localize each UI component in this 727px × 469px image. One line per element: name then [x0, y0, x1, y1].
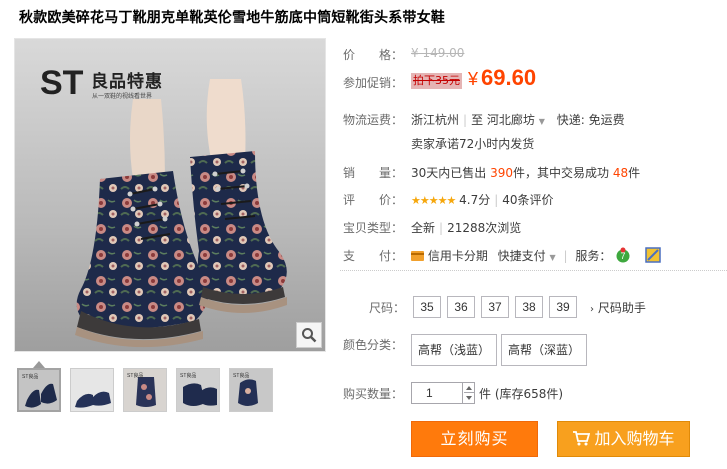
credit-card-icon	[411, 251, 424, 261]
sales-success-count: 48	[612, 166, 629, 180]
chevron-down-icon[interactable]: ▼	[539, 117, 545, 126]
rating-label: 评 价：	[343, 193, 404, 207]
sales-info: 30天内已售出 390件，其中交易成功 48件	[411, 164, 640, 181]
item-type-info: 全新 | 21288次浏览	[411, 221, 522, 235]
color-label: 颜色分类：	[343, 338, 404, 352]
stock-info: 件 (库存658件)	[479, 385, 563, 402]
magnifier-icon	[302, 328, 317, 343]
size-option-38[interactable]: 38	[515, 296, 543, 318]
promo-label: 参加促销：	[343, 76, 404, 90]
shipping-fee: 快递: 免运费	[556, 113, 625, 127]
buy-now-button[interactable]: 立刻购买	[411, 421, 538, 457]
size-option-36[interactable]: 36	[447, 296, 475, 318]
ship-from: 浙江杭州	[411, 113, 460, 127]
shipping-row: 物流运费：	[343, 111, 403, 128]
thumbnail-logo: ST良品	[127, 373, 144, 379]
credit-installment[interactable]: 信用卡分期	[428, 249, 488, 263]
color-option-light-blue[interactable]: 高帮（浅蓝）	[411, 334, 498, 366]
store-logo-st: ST	[40, 64, 84, 102]
reviews-link[interactable]: 40条评价	[502, 193, 553, 207]
rating-row: 评 价：	[343, 191, 403, 208]
sales-row: 销 量：	[343, 164, 403, 181]
original-price: ¥ 149.00	[411, 46, 465, 60]
caret-up-icon	[466, 385, 472, 390]
thumbnail-4[interactable]: ST良品	[176, 368, 220, 412]
color-option-dark-blue[interactable]: 高帮（深蓝）	[501, 334, 588, 366]
shipping-promise: 卖家承诺72小时内发货	[411, 137, 535, 151]
size-option-39[interactable]: 39	[549, 296, 577, 318]
quantity-label: 购买数量：	[343, 387, 404, 401]
service-guarantee-icon[interactable]	[645, 247, 661, 263]
payment-label: 支 付：	[343, 249, 404, 263]
active-thumb-indicator	[33, 361, 45, 368]
caret-down-icon	[466, 396, 472, 400]
add-to-cart-button[interactable]: 加入购物车	[557, 421, 690, 457]
size-option-35[interactable]: 35	[413, 296, 441, 318]
view-count: 21288次浏览	[447, 221, 522, 235]
price-label: 价 格：	[343, 48, 404, 62]
thumbnail-3[interactable]: ST良品	[123, 368, 167, 412]
thumbnail-2[interactable]	[70, 368, 114, 412]
divider	[340, 270, 727, 271]
payment-row: 支 付：	[343, 247, 403, 264]
thumbnail-logo: ST良品	[22, 374, 39, 380]
size-helper-label: 尺码助手	[597, 301, 646, 315]
size-label: 尺码：	[369, 301, 406, 315]
sales-mid: 件，其中交易成功	[513, 166, 610, 180]
quantity-decrease-button[interactable]	[464, 393, 474, 403]
shipping-label: 物流运费：	[343, 113, 404, 127]
quantity-input[interactable]	[412, 383, 463, 403]
sales-suffix: 件	[628, 166, 641, 180]
thumbnail-logo: ST良品	[233, 373, 250, 379]
product-title: 秋款欧美碎花马丁靴朋克单靴英伦雪地牛筋底中筒短靴街头系带女鞋	[19, 10, 445, 26]
payment-info: 信用卡分期 快捷支付 ▼ | 服务： 7	[411, 247, 661, 264]
thumbnail-logo: ST良品	[180, 373, 197, 379]
currency-symbol: ¥	[468, 69, 479, 89]
store-logo-slogan: 从一双鞋的视线看世界	[92, 93, 153, 100]
promo-row: 参加促销：	[343, 74, 403, 91]
star-rating-icon: ★★★★★	[411, 194, 456, 207]
rating-info: ★★★★★ 4.7分 | 40条评价	[411, 193, 554, 207]
ship-to-prefix: 至	[471, 113, 484, 127]
promo-price-value: 69.60	[481, 65, 537, 90]
quantity-unit: 件	[479, 387, 492, 401]
sales-prefix: 30天内已售出	[411, 166, 487, 180]
cart-icon	[573, 431, 591, 446]
thumbnail-5[interactable]: ST良品	[229, 368, 273, 412]
promo-price: ¥69.60	[468, 65, 536, 91]
item-type-row: 宝贝类型：	[343, 219, 403, 236]
zoom-button[interactable]	[296, 322, 322, 348]
quick-pay[interactable]: 快捷支付	[498, 249, 546, 263]
price-row: 价 格：	[343, 46, 403, 63]
stock-count: (库存658件)	[494, 387, 564, 401]
services-label: 服务：	[575, 249, 612, 263]
chevron-down-icon[interactable]: ▼	[550, 253, 556, 262]
sales-count: 390	[490, 166, 514, 180]
quantity-increase-button[interactable]	[464, 383, 474, 393]
sales-label: 销 量：	[343, 166, 404, 180]
thumbnail-strip: ST良品 ST良品 ST良品 ST良品	[17, 368, 273, 412]
main-product-image[interactable]: ST 良品特惠 从一双鞋的视线看世界	[14, 38, 326, 352]
size-helper-link[interactable]: › 尺码助手	[590, 299, 646, 316]
service-7day-icon[interactable]: 7	[615, 247, 631, 263]
store-logo-name: 良品特惠	[91, 72, 163, 92]
chevron-right-icon: ›	[590, 304, 594, 315]
shipping-info: 浙江杭州 | 至 河北廊坊 ▼ 快递: 免运费	[411, 113, 625, 127]
item-type-label: 宝贝类型：	[343, 221, 404, 235]
quantity-stepper	[411, 382, 475, 404]
add-to-cart-label: 加入购物车	[594, 429, 675, 448]
promo-tag: 拍下35元	[411, 73, 462, 89]
rating-score: 4.7分	[459, 193, 491, 207]
item-condition: 全新	[411, 221, 436, 235]
ship-to-select[interactable]: 河北廊坊	[487, 113, 535, 127]
thumbnail-1[interactable]: ST良品	[17, 368, 61, 412]
size-option-37[interactable]: 37	[481, 296, 509, 318]
